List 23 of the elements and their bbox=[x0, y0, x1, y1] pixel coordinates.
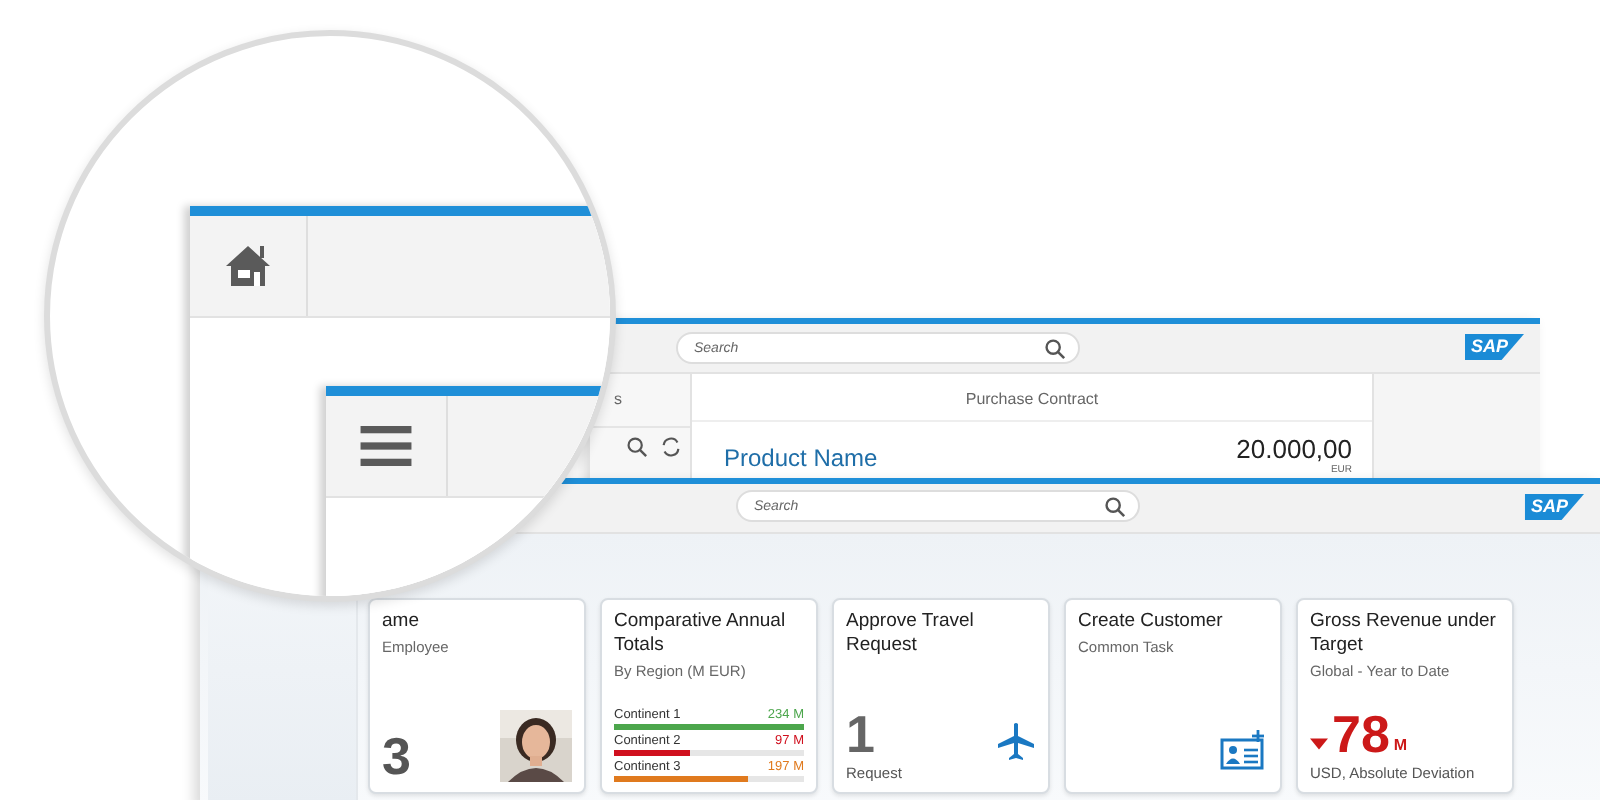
tile-number: 3 bbox=[382, 730, 411, 782]
tile-title: Create Customer bbox=[1078, 610, 1225, 634]
home-icon[interactable] bbox=[224, 244, 272, 288]
tile-title: Gross Revenue under Target bbox=[1310, 610, 1498, 658]
contact-card-icon bbox=[1220, 730, 1268, 770]
logo: SAP bbox=[1464, 334, 1524, 360]
tile-number: 1 bbox=[846, 708, 877, 760]
product-name[interactable]: Product Name bbox=[724, 444, 878, 476]
search-icon[interactable] bbox=[1044, 337, 1066, 359]
amount: 20.000,00 bbox=[1236, 434, 1352, 464]
tile-title: ame bbox=[382, 610, 421, 634]
search-icon[interactable] bbox=[1104, 495, 1126, 517]
tile-title: Comparative Annual Totals bbox=[614, 610, 788, 658]
logo: SAP bbox=[1524, 494, 1584, 520]
refresh-icon[interactable] bbox=[660, 436, 682, 458]
airplane-icon bbox=[996, 722, 1036, 762]
kpi-value: 78 bbox=[1332, 708, 1390, 760]
menu-icon[interactable] bbox=[360, 426, 412, 466]
list-header: s bbox=[612, 388, 624, 412]
panel-title: Purchase Contract bbox=[692, 374, 1372, 422]
tile-title: Approve Travel Request bbox=[846, 610, 976, 658]
kpi-scale: M bbox=[1393, 736, 1408, 754]
search-icon[interactable] bbox=[626, 436, 648, 458]
